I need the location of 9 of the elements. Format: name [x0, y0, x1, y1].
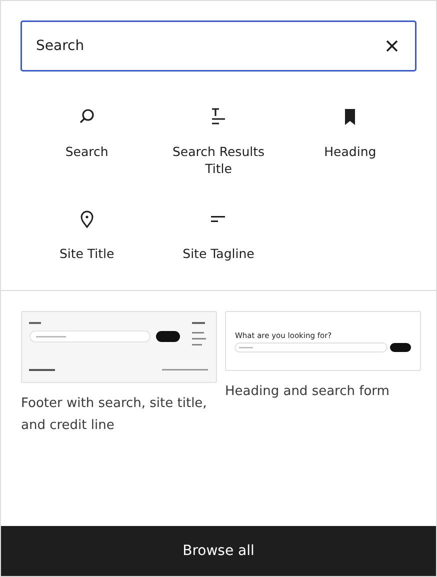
- block-item[interactable]: Site Title: [21, 203, 153, 266]
- block-item[interactable]: Search Results Title: [152, 101, 284, 181]
- search-field[interactable]: Search: [21, 21, 416, 71]
- block-item[interactable]: Site Tagline: [152, 203, 284, 266]
- block-item[interactable]: Heading: [284, 101, 416, 181]
- browse-all-button[interactable]: Browse all: [1, 526, 436, 576]
- lines-icon: [211, 216, 226, 222]
- pattern-item[interactable]: Footer with search, site title, and credit line: [21, 311, 217, 526]
- block-item[interactable]: Search: [21, 101, 153, 181]
